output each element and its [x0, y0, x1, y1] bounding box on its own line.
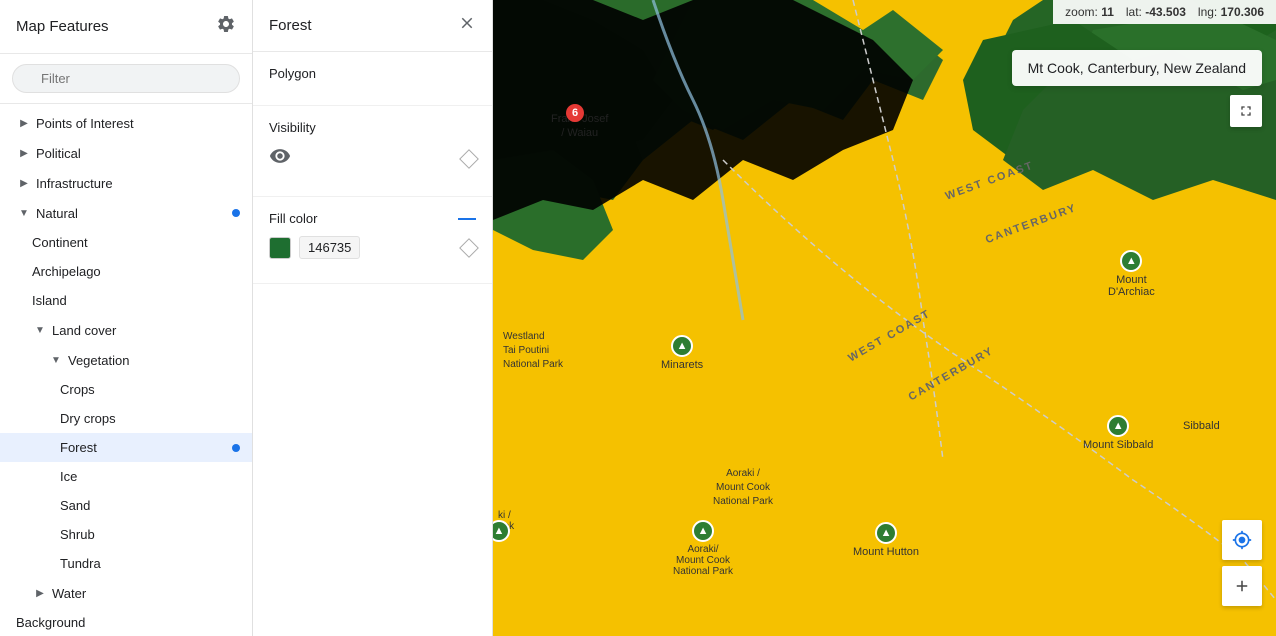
nav-tree: ▶ Points of Interest ▶ Political ▶ Infra…	[0, 104, 252, 636]
sidebar-title: Map Features	[16, 18, 109, 35]
chevron-right-icon: ▶	[16, 115, 32, 131]
sidebar-item-vegetation[interactable]: ▼ Vegetation	[0, 345, 252, 375]
chevron-right-icon: ▶	[16, 175, 32, 191]
sidebar-header: Map Features	[0, 0, 252, 54]
active-dot	[232, 209, 240, 217]
sidebar-item-continent[interactable]: Continent	[0, 228, 252, 257]
panel-polygon-section: Polygon	[253, 52, 492, 106]
lng-display: lng: 170.306	[1198, 5, 1264, 19]
visibility-row	[269, 145, 476, 172]
chevron-down-icon: ▼	[16, 205, 32, 221]
map-info-bar: zoom: 11 lat: -43.503 lng: 170.306	[1053, 0, 1276, 24]
panel-fill-color-section: Fill color 146735	[253, 197, 492, 284]
polygon-label: Polygon	[269, 66, 476, 81]
location-label: Mt Cook, Canterbury, New Zealand	[1012, 50, 1262, 86]
panel-visibility-section: Visibility	[253, 106, 492, 197]
diamond-icon[interactable]	[459, 238, 479, 258]
detail-panel: Forest Polygon Visibility Fill color 146…	[253, 0, 493, 636]
sidebar-item-points-of-interest[interactable]: ▶ Points of Interest	[0, 108, 252, 138]
close-icon[interactable]	[458, 14, 476, 37]
fill-color-header-row: Fill color	[269, 211, 476, 226]
lat-display: lat: -43.503	[1126, 5, 1186, 19]
chevron-right-icon: ▶	[16, 145, 32, 161]
diamond-icon[interactable]	[459, 149, 479, 169]
sidebar-item-tundra[interactable]: Tundra	[0, 549, 252, 578]
panel-header: Forest	[253, 0, 492, 52]
sidebar-item-dry-crops[interactable]: Dry crops	[0, 404, 252, 433]
sidebar-item-land-cover[interactable]: ▼ Land cover	[0, 315, 252, 345]
map-area[interactable]: zoom: 11 lat: -43.503 lng: 170.306 Mt Co…	[493, 0, 1276, 636]
sidebar-item-infrastructure[interactable]: ▶ Infrastructure	[0, 168, 252, 198]
sidebar-item-archipelago[interactable]: Archipelago	[0, 257, 252, 286]
fill-color-swatch-group: 146735	[269, 236, 360, 259]
sidebar-item-island[interactable]: Island	[0, 286, 252, 315]
sidebar-item-shrub[interactable]: Shrub	[0, 520, 252, 549]
sidebar-item-natural[interactable]: ▼ Natural	[0, 198, 252, 228]
sidebar: Map Features ▶ Points of Interest ▶ Poli…	[0, 0, 253, 636]
active-dot	[232, 444, 240, 452]
chevron-down-icon: ▼	[48, 352, 64, 368]
filter-input[interactable]	[12, 64, 240, 93]
sidebar-item-political[interactable]: ▶ Political	[0, 138, 252, 168]
fullscreen-button[interactable]	[1230, 95, 1262, 127]
fill-color-value-row: 146735	[269, 236, 476, 259]
sidebar-item-forest[interactable]: Forest	[0, 433, 252, 462]
my-location-button[interactable]	[1222, 520, 1262, 560]
fill-color-label: Fill color	[269, 211, 317, 226]
visibility-label: Visibility	[269, 120, 476, 135]
sidebar-item-water[interactable]: ▶ Water	[0, 578, 252, 608]
panel-title: Forest	[269, 17, 312, 34]
chevron-right-icon: ▶	[32, 585, 48, 601]
zoom-in-button[interactable]	[1222, 566, 1262, 606]
color-swatch[interactable]	[269, 237, 291, 259]
sidebar-item-ice[interactable]: Ice	[0, 462, 252, 491]
gear-icon[interactable]	[216, 14, 236, 39]
sidebar-item-sand[interactable]: Sand	[0, 491, 252, 520]
filter-container	[0, 54, 252, 104]
zoom-label: zoom: 11	[1065, 5, 1114, 19]
sidebar-item-crops[interactable]: Crops	[0, 375, 252, 404]
chevron-down-icon: ▼	[32, 322, 48, 338]
color-hex-input[interactable]: 146735	[299, 236, 360, 259]
sidebar-item-background[interactable]: Background	[0, 608, 252, 636]
minus-icon[interactable]	[458, 218, 476, 220]
eye-icon[interactable]	[269, 145, 291, 172]
